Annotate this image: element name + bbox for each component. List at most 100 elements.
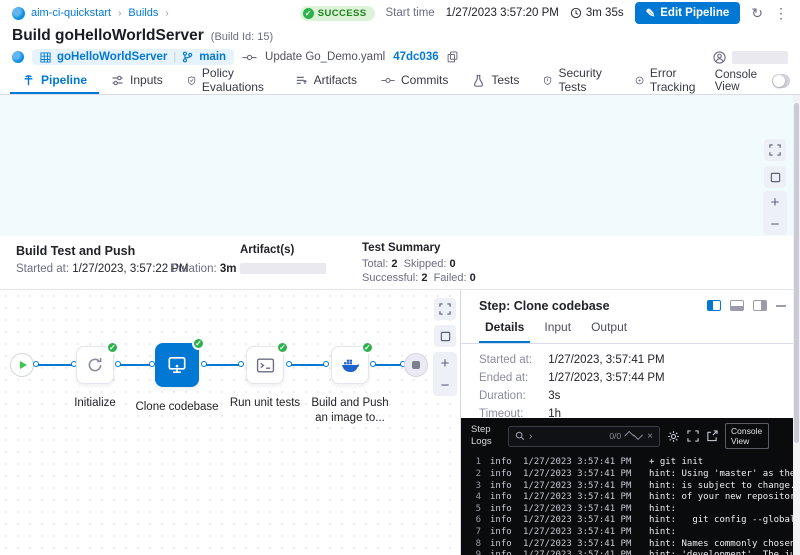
search-icon — [515, 431, 525, 441]
username-redacted — [732, 51, 788, 64]
step-label[interactable]: Initialize — [55, 396, 135, 411]
repo-name[interactable]: goHelloWorldServer — [57, 51, 167, 63]
zoom-out-button[interactable]: − — [433, 374, 457, 396]
stage-summary-bar: Build Test and Push Started at: 1/27/202… — [0, 236, 800, 290]
detail-row: Ended at: 1/27/2023, 3:57:44 PM — [479, 372, 665, 384]
step-label[interactable]: Run unit tests — [222, 396, 308, 411]
step-node-run-unit-tests[interactable]: ✓ — [246, 346, 284, 384]
step-node-clone-codebase[interactable]: ✓ — [155, 343, 199, 387]
branch-name[interactable]: main — [199, 51, 226, 63]
build-page: aim-ci-quickstart › Builds › ✓ SUCCESS S… — [0, 0, 800, 555]
harness-logo-icon — [12, 7, 25, 20]
tab-artifacts[interactable]: Artifacts — [283, 68, 369, 94]
step-label[interactable]: Clone codebase — [131, 400, 223, 415]
tab-error-tracking[interactable]: Error Tracking — [623, 68, 715, 94]
more-options-button[interactable]: ⋮ — [774, 6, 788, 20]
tab-security-tests[interactable]: Security Tests — [531, 68, 622, 94]
log-line: 6info1/27/2023 3:57:41 PMhint: git confi… — [469, 515, 800, 527]
tab-inputs[interactable]: Inputs — [99, 68, 175, 94]
error-tracking-icon — [635, 74, 644, 87]
minimize-panel-icon[interactable] — [776, 305, 786, 307]
log-search-input[interactable]: › 0/0 × — [508, 426, 660, 447]
step-logs-console: Step Logs › 0/0 × — [461, 418, 800, 555]
fit-icon — [770, 172, 781, 183]
zoom-controls: + − — [433, 352, 457, 396]
steps-start-node[interactable] — [10, 353, 34, 377]
step-execution-canvas[interactable]: ✓ ✓ ✓ ✓ — [0, 290, 460, 555]
console-view-label: Console View — [715, 69, 765, 93]
commit-sha-link[interactable]: 47dc036 — [393, 51, 438, 63]
external-link-icon — [706, 430, 718, 442]
layout-dock-bottom-icon[interactable] — [730, 300, 744, 311]
skipped-value: 0 — [449, 258, 455, 270]
tab-output[interactable]: Output — [585, 320, 633, 343]
tab-details[interactable]: Details — [479, 320, 530, 343]
policy-shield-icon — [187, 74, 196, 87]
play-icon — [20, 361, 27, 369]
tab-commits[interactable]: Commits — [369, 68, 460, 94]
pipeline-icon — [22, 74, 35, 87]
fullscreen-icon — [439, 303, 451, 315]
tab-tests[interactable]: Tests — [460, 68, 531, 94]
fit-to-screen-button[interactable] — [764, 166, 786, 188]
log-line: 3info1/27/2023 3:57:41 PMhint: is subjec… — [469, 481, 800, 493]
tab-input[interactable]: Input — [538, 320, 577, 343]
step-node-build-and-push[interactable]: ✓ — [331, 346, 369, 384]
total-label: Total: — [362, 258, 388, 270]
scrollbar-thumb[interactable] — [794, 103, 799, 443]
log-line: 8info1/27/2023 3:57:41 PMhint: Names com… — [469, 539, 800, 551]
pill-divider: | — [173, 51, 176, 63]
detail-row: Started at: 1/27/2023, 3:57:41 PM — [479, 354, 665, 366]
edit-pipeline-button[interactable]: ✎ Edit Pipeline — [635, 2, 741, 24]
page-title: Build goHelloWorldServer — [12, 27, 204, 45]
layout-dock-right-icon[interactable] — [753, 300, 767, 311]
step-label[interactable]: Build and Push an image to... — [305, 396, 395, 426]
log-line: 9info1/27/2023 3:57:41 PMhint: 'developm… — [469, 550, 800, 555]
start-time-value: 1/27/2023 3:57:20 PM — [446, 7, 559, 19]
zoom-in-button[interactable]: + — [433, 352, 457, 374]
console-view-button[interactable]: Console View — [725, 423, 769, 449]
docker-icon — [340, 357, 360, 373]
repo-branch-pill[interactable]: goHelloWorldServer | main — [32, 49, 234, 65]
log-settings-button[interactable] — [667, 430, 680, 443]
page-scrollbar[interactable] — [793, 95, 800, 555]
security-shield-icon — [543, 74, 552, 87]
log-lines[interactable]: 1info1/27/2023 3:57:41 PM+ git init 2inf… — [461, 453, 800, 555]
search-next-icon[interactable] — [633, 430, 643, 440]
log-fullscreen-button[interactable] — [687, 430, 699, 442]
harness-logo-icon — [12, 51, 24, 63]
zoom-in-button[interactable]: + — [763, 191, 787, 213]
fullscreen-button[interactable] — [764, 139, 786, 161]
fullscreen-button[interactable] — [434, 298, 456, 320]
log-line: 1info1/27/2023 3:57:41 PM+ git init — [469, 457, 800, 469]
step-node-initialize[interactable]: ✓ — [76, 346, 114, 384]
tab-policy-evaluations[interactable]: Policy Evaluations — [175, 68, 283, 94]
layout-split-right-icon[interactable] — [707, 300, 721, 311]
search-close-icon[interactable]: × — [647, 431, 653, 442]
artifacts-icon — [295, 74, 308, 87]
log-line: 5info1/27/2023 3:57:41 PMhint: — [469, 504, 800, 516]
clock-icon — [570, 7, 582, 19]
search-cursor: › — [529, 431, 532, 442]
commit-message: Update Go_Demo.yaml — [265, 51, 385, 63]
breadcrumb-builds[interactable]: Builds — [128, 7, 158, 19]
commits-icon — [381, 76, 395, 85]
top-header: aim-ci-quickstart › Builds › ✓ SUCCESS S… — [0, 0, 800, 26]
refresh-button[interactable]: ↻ — [751, 6, 763, 20]
zoom-controls: + − — [763, 191, 787, 235]
tab-pipeline[interactable]: Pipeline — [10, 68, 99, 94]
failed-label: Failed: — [434, 272, 467, 284]
title-row: Build goHelloWorldServer (Build Id: 15) — [12, 27, 273, 45]
console-view-toggle[interactable] — [772, 74, 790, 88]
user-icon — [713, 51, 726, 64]
breadcrumb-project[interactable]: aim-ci-quickstart — [31, 7, 111, 19]
fit-to-screen-button[interactable] — [434, 325, 456, 347]
fit-icon — [440, 331, 451, 342]
zoom-out-button[interactable]: − — [763, 213, 787, 235]
steps-end-node[interactable] — [404, 353, 428, 377]
pencil-icon: ✎ — [646, 6, 656, 20]
stage-pipeline-canvas[interactable]: ✓ ✓ Build Test and Push run integration … — [0, 95, 800, 236]
open-in-new-button[interactable] — [706, 430, 718, 442]
clone-codebase-icon — [166, 354, 188, 376]
copy-icon[interactable] — [447, 51, 458, 63]
